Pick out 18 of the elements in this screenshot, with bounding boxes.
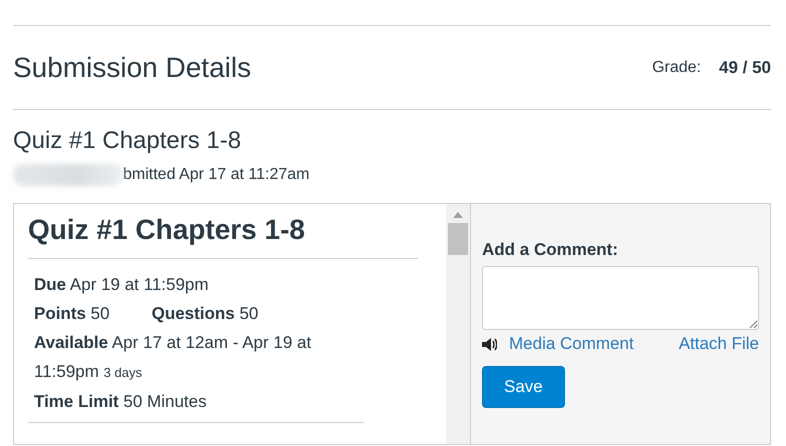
scrollbar[interactable]	[446, 204, 471, 444]
speaker-icon[interactable]	[482, 338, 497, 350]
assignment-title: Quiz #1 Chapters 1-8	[13, 127, 242, 155]
grade-label: Grade:	[652, 58, 701, 76]
quiz-detail: Available Apr 17 at 12am - Apr 19 at 11:59pm 3 days	[34, 332, 312, 383]
quiz-detail: Time Limit 50 Minutes	[34, 391, 207, 413]
attach-file-link[interactable]: Attach File	[678, 334, 759, 354]
quiz-detail: Due Apr 19 at 11:59pm	[34, 274, 209, 296]
grade-value: 49 / 50	[719, 58, 771, 78]
comment-field[interactable]	[482, 266, 759, 330]
quiz-detail: Points 50	[34, 303, 110, 325]
quiz-detail: Questions 50	[152, 303, 258, 325]
comment-label: Add a Comment:	[482, 240, 619, 260]
page-title: Submission Details	[13, 52, 252, 84]
quiz-title: Quiz #1 Chapters 1-8	[28, 214, 418, 259]
media-comment-link[interactable]: Media Comment	[509, 334, 634, 354]
submitted-date: bmitted Apr 17 at 11:27am	[123, 166, 310, 184]
save-button[interactable]: Save	[482, 366, 565, 408]
